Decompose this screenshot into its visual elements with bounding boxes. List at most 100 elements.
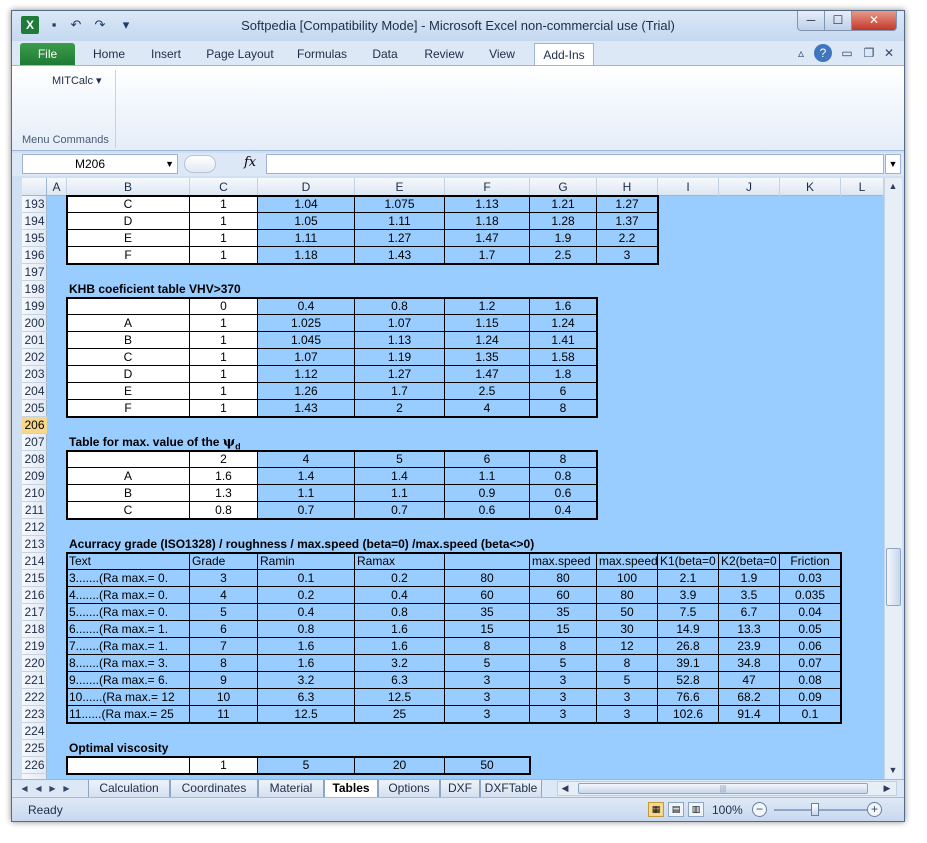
table-cell[interactable]: 0.4: [355, 587, 445, 604]
table-cell[interactable]: 91.4: [719, 706, 780, 723]
table-cell[interactable]: 35: [445, 604, 530, 621]
table-cell[interactable]: 9.......(Ra max.= 6.: [67, 672, 190, 689]
table-cell[interactable]: 1.43: [258, 400, 355, 417]
table-cell[interactable]: 0.8: [190, 502, 258, 519]
table-cell[interactable]: 47: [719, 672, 780, 689]
table-cell[interactable]: 0.4: [530, 502, 597, 519]
table-cell[interactable]: 2: [355, 400, 445, 417]
row-header-208[interactable]: 208: [22, 451, 47, 468]
table-header-cell[interactable]: [67, 451, 190, 468]
table-cell[interactable]: 1: [190, 332, 258, 349]
column-header-a[interactable]: A: [47, 178, 67, 196]
table-cell[interactable]: 80: [445, 570, 530, 587]
first-sheet-icon[interactable]: ◀: [18, 781, 31, 796]
table-header-cell[interactable]: 1.2: [445, 298, 530, 315]
table-cell[interactable]: 3: [190, 570, 258, 587]
table-cell[interactable]: B: [67, 332, 190, 349]
table-cell[interactable]: 7.5: [658, 604, 719, 621]
zoom-out-icon[interactable]: −: [752, 802, 767, 817]
table-cell[interactable]: 3: [597, 706, 658, 723]
table-cell[interactable]: 2.1: [658, 570, 719, 587]
table-cell[interactable]: 1.07: [355, 315, 445, 332]
table-cell[interactable]: 80: [530, 570, 597, 587]
table-cell[interactable]: 0.9: [445, 485, 530, 502]
table-header-cell[interactable]: 2: [190, 451, 258, 468]
row-header-204[interactable]: 204: [22, 383, 47, 400]
table-cell[interactable]: D: [67, 366, 190, 383]
row-header-223[interactable]: 223: [22, 706, 47, 723]
table-cell[interactable]: 26.8: [658, 638, 719, 655]
expand-formula-bar-icon[interactable]: ▼: [885, 154, 901, 174]
table-cell[interactable]: 50: [597, 604, 658, 621]
table-cell[interactable]: 1.21: [530, 196, 597, 213]
table-cell[interactable]: 14.9: [658, 621, 719, 638]
tab-review[interactable]: Review: [414, 43, 474, 65]
table-header-cell[interactable]: 1.6: [530, 298, 597, 315]
table-cell[interactable]: 0.8: [258, 621, 355, 638]
table-cell[interactable]: 1: [190, 349, 258, 366]
table-cell[interactable]: 8: [530, 400, 597, 417]
table-cell[interactable]: 0.7: [258, 502, 355, 519]
table-cell[interactable]: 3.2: [258, 672, 355, 689]
table-cell[interactable]: 1.11: [355, 213, 445, 230]
table-cell[interactable]: 80: [597, 587, 658, 604]
table-header-cell[interactable]: max.speed: [597, 553, 658, 570]
chevron-down-icon[interactable]: ▼: [165, 155, 174, 173]
table-cell[interactable]: 1: [190, 383, 258, 400]
table-cell[interactable]: 0.035: [780, 587, 841, 604]
row-header-220[interactable]: 220: [22, 655, 47, 672]
table-cell[interactable]: 1.47: [445, 230, 530, 247]
table-cell[interactable]: 0.08: [780, 672, 841, 689]
table-header-cell[interactable]: Ramin: [258, 553, 355, 570]
table-header-cell[interactable]: 8: [530, 451, 597, 468]
table-header-cell[interactable]: [67, 298, 190, 315]
table-cell[interactable]: 3: [530, 689, 597, 706]
sheet-tab-dxf[interactable]: DXF: [440, 780, 480, 797]
row-header-215[interactable]: 215: [22, 570, 47, 587]
table-cell[interactable]: C: [67, 196, 190, 213]
table-cell[interactable]: B: [67, 485, 190, 502]
row-header-218[interactable]: 218: [22, 621, 47, 638]
table-cell[interactable]: 1.18: [258, 247, 355, 264]
table-cell[interactable]: 1.7: [445, 247, 530, 264]
table-cell[interactable]: 1: [190, 230, 258, 247]
table-cell[interactable]: 6: [190, 621, 258, 638]
table-cell[interactable]: 52.8: [658, 672, 719, 689]
table-cell[interactable]: 11......(Ra max.= 25: [67, 706, 190, 723]
table-cell[interactable]: 1.1: [445, 468, 530, 485]
table-cell[interactable]: 1: [190, 213, 258, 230]
table-cell[interactable]: F: [67, 400, 190, 417]
prev-sheet-icon[interactable]: ◀: [32, 781, 45, 796]
table-cell[interactable]: 1.9: [530, 230, 597, 247]
table-header-cell[interactable]: 4: [258, 451, 355, 468]
table-cell[interactable]: 1.19: [355, 349, 445, 366]
zoom-slider-track[interactable]: [774, 809, 872, 811]
table-cell[interactable]: 1.1: [258, 485, 355, 502]
column-header-d[interactable]: D: [258, 178, 355, 196]
table-header-cell[interactable]: 0.4: [258, 298, 355, 315]
row-header-213[interactable]: 213: [22, 536, 47, 553]
table-cell[interactable]: 10: [190, 689, 258, 706]
table-cell[interactable]: 1.13: [445, 196, 530, 213]
table-cell[interactable]: 1: [190, 366, 258, 383]
vertical-scrollbar[interactable]: ▲ ▼: [884, 178, 902, 779]
table-cell[interactable]: 2.5: [445, 383, 530, 400]
table-header-cell[interactable]: 6: [445, 451, 530, 468]
table-header-cell[interactable]: max.speed: [530, 553, 597, 570]
table-header-cell[interactable]: 0.8: [355, 298, 445, 315]
table-cell[interactable]: 5: [597, 672, 658, 689]
row-header-197[interactable]: 197: [22, 264, 47, 281]
table-cell[interactable]: 5.......(Ra max.= 0.: [67, 604, 190, 621]
row-header-226[interactable]: 226: [22, 757, 47, 774]
table-cell[interactable]: 1.8: [530, 366, 597, 383]
table-header-cell[interactable]: 50: [445, 757, 530, 774]
worksheet-grid[interactable]: ABCDEFGHIJKL 193 194 195 196 197 198 199 200 201…: [22, 178, 884, 779]
table-cell[interactable]: 8: [530, 638, 597, 655]
table-cell[interactable]: 60: [445, 587, 530, 604]
column-header-h[interactable]: H: [597, 178, 658, 196]
scroll-down-icon[interactable]: ▼: [885, 762, 901, 778]
table-cell[interactable]: 0.06: [780, 638, 841, 655]
table-cell[interactable]: 76.6: [658, 689, 719, 706]
table-cell[interactable]: 0.2: [258, 587, 355, 604]
table-cell[interactable]: 12.5: [258, 706, 355, 723]
